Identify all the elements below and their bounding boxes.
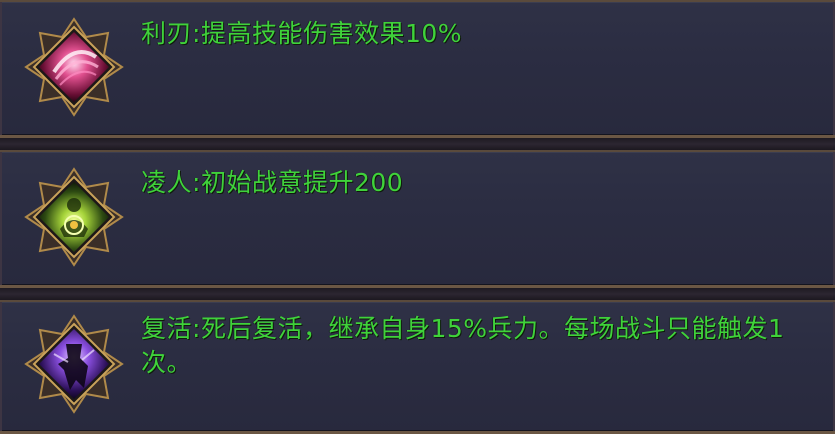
skill-description: 利刃:提高技能伤害效果10% (141, 17, 815, 51)
skill-row-revive[interactable]: 复活:死后复活，继承自身15%兵力。每场战斗只能触发1次。 (0, 300, 835, 434)
skill-effect: 死后复活，继承自身15%兵力。每场战斗只能触发1次。 (141, 314, 785, 377)
skill-name: 利刃 (141, 19, 193, 48)
skill-description: 凌人:初始战意提升200 (141, 166, 815, 200)
skill-description: 复活:死后复活，继承自身15%兵力。每场战斗只能触发1次。 (141, 312, 815, 380)
skill-effect: 初始战意提升200 (200, 168, 404, 197)
skill-separator: : (192, 19, 201, 48)
purple-revive-silhouette-icon (24, 314, 124, 414)
blade-slash-icon (24, 17, 124, 117)
skill-row-intimidate[interactable]: 凌人:初始战意提升200 (0, 150, 835, 288)
skill-row-blade[interactable]: 利刃:提高技能伤害效果10% (0, 0, 835, 138)
green-aura-figure-icon (24, 167, 124, 267)
skill-effect: 提高技能伤害效果10% (200, 19, 463, 48)
skill-name: 复活 (141, 314, 193, 343)
panel-divider (0, 288, 835, 300)
skill-name: 凌人 (141, 168, 193, 197)
skill-separator: : (192, 314, 201, 343)
skill-separator: : (192, 168, 201, 197)
skill-list: { "skills": [ { "name": "利刃", "separator… (0, 0, 835, 434)
panel-divider (0, 138, 835, 150)
